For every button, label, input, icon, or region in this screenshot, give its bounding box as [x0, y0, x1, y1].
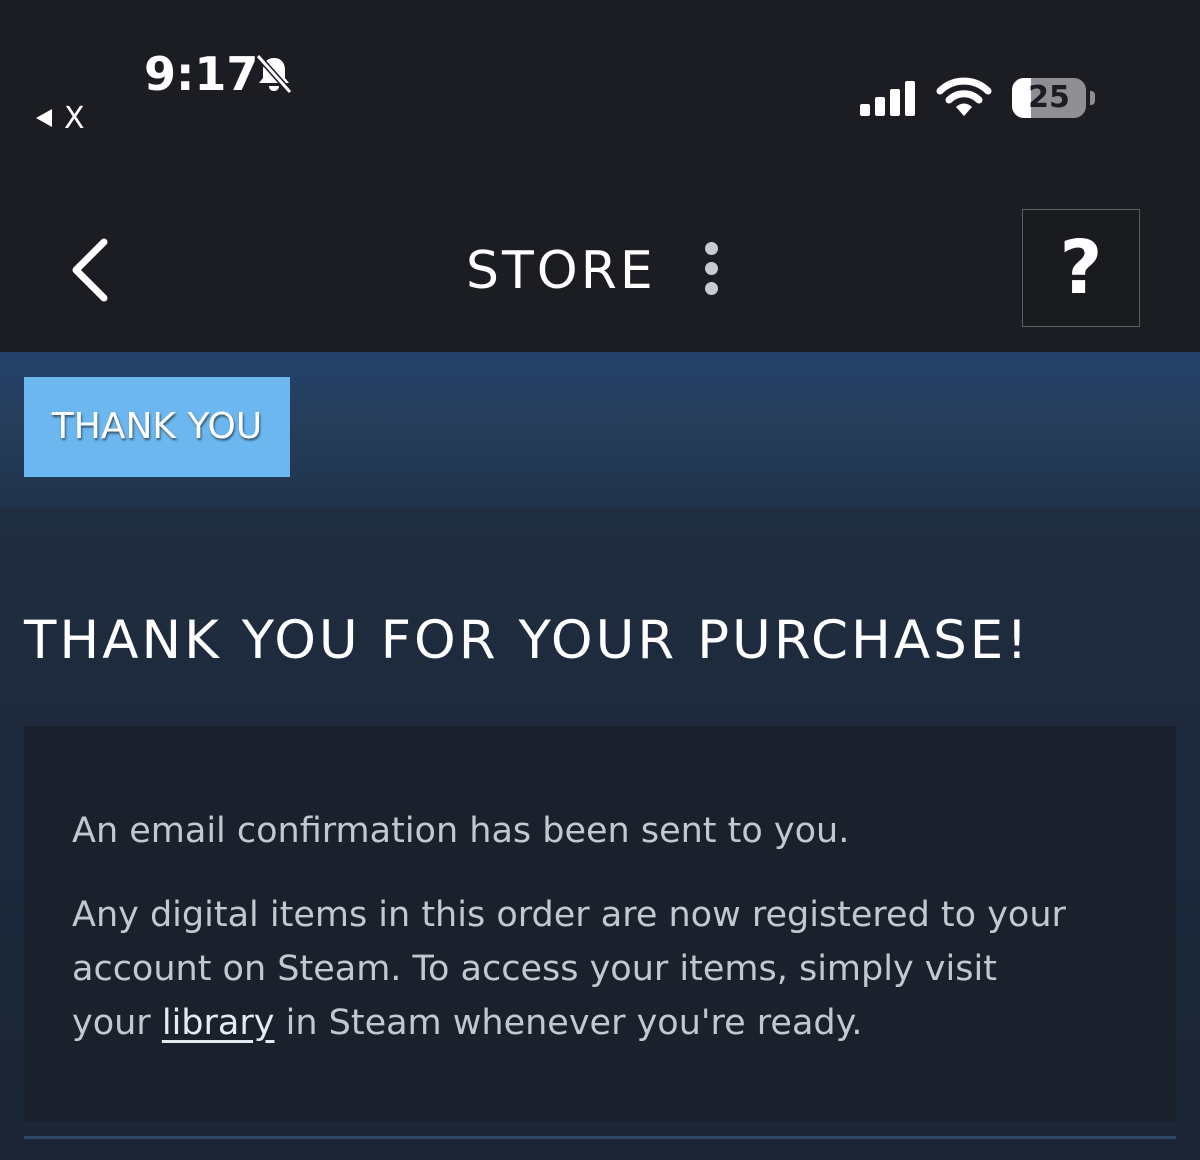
- status-time: 9:17: [144, 47, 259, 101]
- bell-slash-icon: [255, 54, 293, 94]
- kebab-dot: [704, 262, 718, 275]
- kebab-dot: [704, 242, 718, 255]
- confirmation-card: An email confirmation has been sent to y…: [24, 726, 1176, 1122]
- back-to-app-button[interactable]: X: [36, 100, 85, 136]
- page-title: STORE: [466, 241, 656, 301]
- tab-thank-you[interactable]: THANK YOU: [24, 377, 290, 477]
- library-link[interactable]: library: [162, 1003, 275, 1043]
- kebab-dot: [704, 282, 718, 295]
- back-triangle-icon: [36, 109, 52, 127]
- battery-nub: [1090, 91, 1095, 105]
- divider: [24, 1136, 1176, 1139]
- help-button[interactable]: ?: [1022, 209, 1140, 327]
- battery-body: 25: [1012, 78, 1086, 118]
- battery-icon: 25: [1012, 78, 1096, 118]
- purchase-heading: THANK YOU FOR YOUR PURCHASE!: [24, 610, 1031, 671]
- kebab-menu-icon[interactable]: [700, 242, 722, 298]
- back-to-app-label: X: [64, 100, 85, 136]
- chevron-left-icon[interactable]: [64, 236, 116, 304]
- wifi-icon: [936, 77, 992, 116]
- registration-notice: Any digital items in this order are now …: [72, 888, 1072, 1050]
- cellular-signal-icon: [860, 81, 915, 116]
- registration-text-after: in Steam whenever you're ready.: [285, 1003, 863, 1043]
- battery-level: 25: [1028, 80, 1070, 115]
- confirmation-text: An email confirmation has been sent to y…: [72, 804, 1072, 1050]
- email-notice: An email confirmation has been sent to y…: [72, 811, 850, 851]
